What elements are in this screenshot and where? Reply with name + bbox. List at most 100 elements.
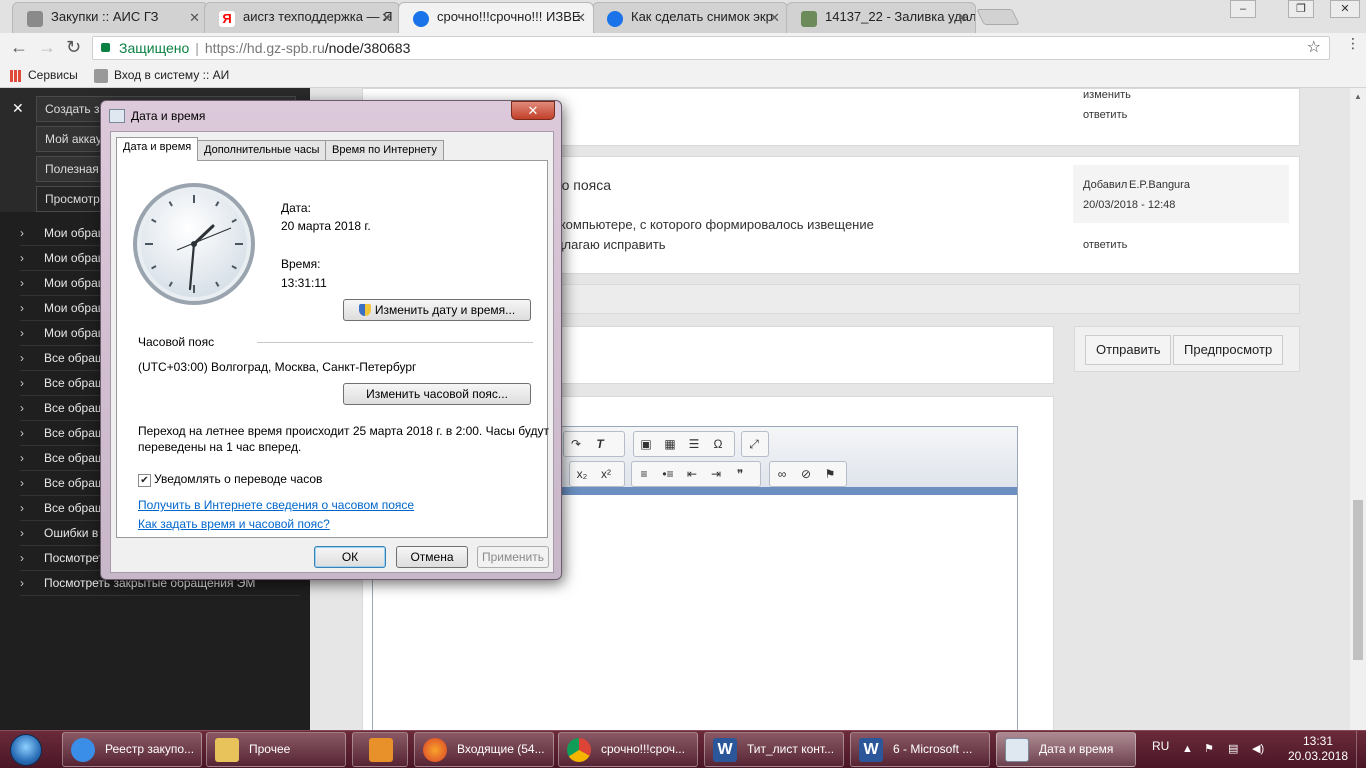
- notify-checkbox[interactable]: ✔: [138, 474, 151, 487]
- help-link[interactable]: Как задать время и часовой пояс?: [138, 517, 330, 531]
- media-player-icon: [369, 738, 393, 762]
- table-icon[interactable]: ▦: [658, 432, 682, 456]
- language-indicator[interactable]: RU: [1152, 739, 1169, 753]
- taskbar-item[interactable]: Реестр закупо...: [62, 732, 202, 767]
- toolbar-group: ↷ T: [563, 431, 625, 457]
- scrollbar-thumb[interactable]: [1353, 500, 1363, 660]
- chevron-right-icon: ›: [20, 351, 24, 365]
- dialog-close-button[interactable]: ✕: [511, 101, 555, 120]
- tab-title: Как сделать снимок экр: [631, 9, 773, 24]
- preview-button[interactable]: Предпросмотр: [1173, 335, 1284, 365]
- bookmark-star-icon[interactable]: ☆: [1307, 37, 1321, 59]
- reply-link[interactable]: ответить: [1083, 109, 1127, 121]
- edit-link[interactable]: изменить: [1083, 89, 1131, 101]
- browser-tab[interactable]: 14137_22 - Заливка удал ✕: [786, 2, 976, 33]
- horizontal-line-icon[interactable]: ☰: [682, 432, 706, 456]
- ok-button[interactable]: ОК: [314, 546, 386, 568]
- chevron-right-icon: ›: [20, 451, 24, 465]
- taskbar-item-active[interactable]: Дата и время: [996, 732, 1136, 767]
- minimize-button[interactable]: –: [1230, 0, 1256, 18]
- browser-tab[interactable]: Как сделать снимок экр ✕: [592, 2, 788, 33]
- comment-body-line: едлагаю исправить: [549, 237, 666, 252]
- link-icon[interactable]: ∞: [770, 462, 794, 486]
- secure-label: Защищено: [119, 40, 190, 56]
- datetime-icon: [1005, 738, 1029, 762]
- close-icon[interactable]: ✕: [12, 100, 24, 117]
- taskbar-item[interactable]: W Тит_лист конт...: [704, 732, 844, 767]
- special-char-icon[interactable]: Ω: [706, 432, 730, 456]
- tab-internet-time[interactable]: Время по Интернету: [325, 140, 444, 160]
- chevron-right-icon: ›: [20, 251, 24, 265]
- start-button[interactable]: [4, 731, 48, 768]
- browser-tab-active[interactable]: срочно!!!срочно!!! ИЗВЕ ✕: [398, 2, 594, 33]
- scroll-up-icon[interactable]: ▲: [1354, 92, 1362, 101]
- send-button[interactable]: Отправить: [1085, 335, 1172, 365]
- tab-date-time[interactable]: Дата и время: [116, 137, 199, 161]
- image-icon[interactable]: ▣: [634, 432, 658, 456]
- numbered-list-icon[interactable]: ≡: [632, 462, 656, 486]
- volume-icon[interactable]: ◀): [1252, 743, 1266, 755]
- taskbar-clock[interactable]: 13:31 20.03.2018: [1282, 734, 1354, 764]
- forward-arrow-icon[interactable]: →: [38, 38, 56, 56]
- subscript-icon[interactable]: x₂: [570, 462, 594, 486]
- indent-icon[interactable]: ⇥: [704, 462, 728, 486]
- close-tab-icon[interactable]: ✕: [957, 10, 968, 26]
- superscript-icon[interactable]: x²: [594, 462, 618, 486]
- maximize-icon[interactable]: ⤢: [742, 432, 766, 456]
- tab-additional-clocks[interactable]: Дополнительные часы: [197, 140, 327, 160]
- unlink-icon[interactable]: ⊘: [794, 462, 818, 486]
- browser-tab[interactable]: Закупки :: АИС ГЗ ✕: [12, 2, 208, 33]
- browser-menu-icon[interactable]: ⋮: [1346, 36, 1360, 50]
- show-desktop-button[interactable]: [1356, 731, 1366, 768]
- taskbar-item[interactable]: Прочее: [206, 732, 346, 767]
- close-tab-icon[interactable]: ✕: [381, 10, 392, 26]
- ie-icon: [71, 738, 95, 762]
- remove-format-icon[interactable]: T: [588, 432, 612, 456]
- back-arrow-icon[interactable]: ←: [10, 38, 28, 56]
- bulleted-list-icon[interactable]: •≡: [656, 462, 680, 486]
- change-datetime-button[interactable]: Изменить дату и время...: [343, 299, 531, 321]
- close-tab-icon[interactable]: ✕: [575, 10, 586, 26]
- browser-tab[interactable]: Я аисгз техподдержка — Я ✕: [204, 2, 400, 33]
- author-link[interactable]: E.P.Bangura: [1129, 179, 1190, 191]
- taskbar-item[interactable]: [352, 732, 408, 767]
- apply-button[interactable]: Применить: [477, 546, 549, 568]
- chrome-icon: [567, 738, 591, 762]
- taskbar-item[interactable]: W6 - Microsoft ...: [850, 732, 990, 767]
- anchor-flag-icon[interactable]: ⚑: [818, 462, 842, 486]
- apps-grid-icon: [10, 69, 22, 82]
- change-timezone-button[interactable]: Изменить часовой пояс...: [343, 383, 531, 405]
- page-scrollbar[interactable]: ▲: [1350, 88, 1366, 730]
- blockquote-icon[interactable]: ❞: [728, 462, 752, 486]
- chevron-right-icon: ›: [20, 276, 24, 290]
- restore-button[interactable]: ❐: [1288, 0, 1314, 18]
- reload-icon[interactable]: ↻: [66, 38, 81, 56]
- timezone-value: (UTC+03:00) Волгоград, Москва, Санкт-Пет…: [138, 360, 417, 374]
- chevron-right-icon: ›: [20, 301, 24, 315]
- bookmark-login[interactable]: Вход в систему :: АИ: [94, 68, 229, 83]
- taskbar-item[interactable]: срочно!!!сроч...: [558, 732, 698, 767]
- new-tab-button[interactable]: [976, 9, 1020, 25]
- redo-icon[interactable]: ↷: [564, 432, 588, 456]
- comment-datetime: 20/03/2018 - 12:48: [1083, 199, 1176, 211]
- chevron-right-icon: ›: [20, 426, 24, 440]
- close-window-button[interactable]: ✕: [1330, 0, 1360, 18]
- analog-clock-icon: [133, 183, 255, 305]
- taskbar-item[interactable]: Входящие (54...: [414, 732, 554, 767]
- reply-link[interactable]: ответить: [1083, 239, 1127, 251]
- network-icon[interactable]: ▤: [1228, 743, 1242, 755]
- tray-expand-icon[interactable]: ▲: [1182, 743, 1196, 755]
- yandex-favicon-icon: Я: [219, 11, 235, 27]
- timezone-section-label: Часовой пояс: [138, 335, 215, 349]
- tab-panel: Дата: 20 марта 2018 г. Время: 13:31:11 И…: [116, 160, 549, 538]
- close-tab-icon[interactable]: ✕: [769, 10, 780, 26]
- url-input[interactable]: Защищено | https://hd.gz-spb.ru/node/38068…: [92, 36, 1330, 60]
- uac-shield-icon: [358, 304, 371, 316]
- cancel-button[interactable]: Отмена: [396, 546, 468, 568]
- bookmark-apps[interactable]: Сервисы: [10, 68, 78, 82]
- flag-icon[interactable]: ⚑: [1204, 743, 1218, 755]
- firefox-icon: [423, 738, 447, 762]
- timezone-info-link[interactable]: Получить в Интернете сведения о часовом …: [138, 498, 414, 512]
- close-tab-icon[interactable]: ✕: [189, 10, 200, 26]
- outdent-icon[interactable]: ⇤: [680, 462, 704, 486]
